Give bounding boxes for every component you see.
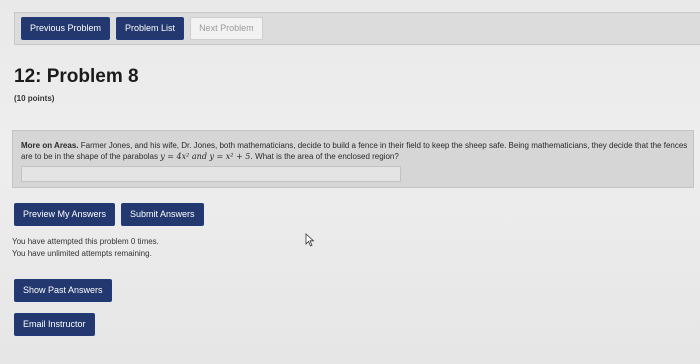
preview-answers-button[interactable]: Preview My Answers bbox=[14, 203, 116, 226]
problem-equation: y = 4x² and y = x² + 5. bbox=[160, 152, 253, 161]
page: Previous Problem Problem List Next Probl… bbox=[0, 0, 700, 364]
problem-list-button[interactable]: Problem List bbox=[116, 17, 185, 40]
page-title: 12: Problem 8 bbox=[14, 66, 139, 87]
problem-lead: More on Areas. bbox=[21, 141, 79, 150]
submit-answers-button[interactable]: Submit Answers bbox=[121, 203, 204, 226]
problem-text-2: What is the area of the enclosed region? bbox=[255, 152, 399, 161]
attempt-status: You have attempted this problem 0 times.… bbox=[12, 236, 159, 260]
attempts-text: You have attempted this problem 0 times. bbox=[12, 237, 159, 246]
mouse-cursor-icon bbox=[305, 233, 315, 247]
problem-statement: More on Areas. Farmer Jones, and his wif… bbox=[21, 140, 689, 162]
problem-points: (10 points) bbox=[14, 94, 55, 103]
problem-box: More on Areas. Farmer Jones, and his wif… bbox=[12, 130, 694, 188]
show-past-answers-button[interactable]: Show Past Answers bbox=[14, 279, 112, 302]
email-instructor-button[interactable]: Email Instructor bbox=[14, 313, 95, 336]
remaining-text: You have unlimited attempts remaining. bbox=[12, 249, 152, 258]
answer-input[interactable] bbox=[21, 166, 401, 182]
next-problem-button: Next Problem bbox=[190, 17, 263, 40]
answer-actions: Preview My Answers Submit Answers bbox=[14, 203, 204, 226]
previous-problem-button[interactable]: Previous Problem bbox=[21, 17, 111, 40]
problem-navbar: Previous Problem Problem List Next Probl… bbox=[14, 12, 700, 45]
